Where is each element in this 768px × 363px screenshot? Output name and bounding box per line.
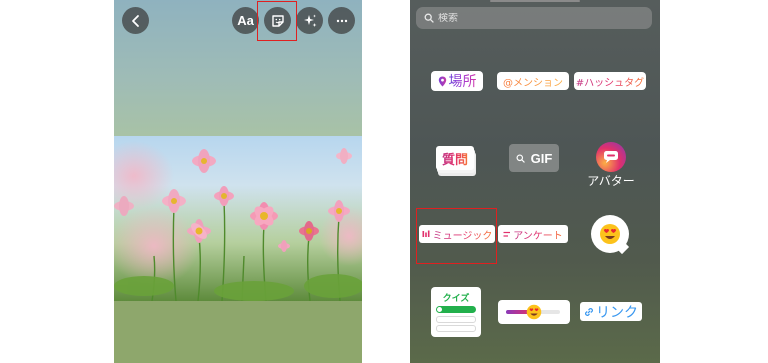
avatar-sticker[interactable]: アバター bbox=[580, 142, 642, 190]
gif-search-icon bbox=[516, 153, 525, 163]
back-button[interactable] bbox=[122, 7, 149, 34]
avatar-sticker-label: アバター bbox=[587, 174, 635, 188]
avatar-sticker-badge bbox=[596, 142, 626, 172]
quiz-option-correct bbox=[436, 306, 476, 313]
poll-lines-icon bbox=[503, 231, 511, 237]
emoji-slider-sticker[interactable] bbox=[498, 300, 570, 324]
hashtag-sticker[interactable]: #ハッシュタグ bbox=[574, 72, 646, 90]
link-chain-icon bbox=[585, 307, 593, 316]
slider-heart-eyes-emoji-icon bbox=[526, 304, 542, 320]
text-tool-button[interactable]: Aa bbox=[232, 7, 259, 34]
poll-sticker-label: アンケート bbox=[513, 227, 563, 242]
quiz-sticker[interactable]: クイズ bbox=[431, 287, 481, 337]
text-tool-label: Aa bbox=[237, 13, 254, 28]
quiz-check-icon bbox=[437, 307, 442, 312]
search-icon bbox=[424, 13, 434, 23]
link-sticker[interactable]: リンク bbox=[580, 302, 642, 321]
sticker-tray-screen: 場所 @メンション #ハッシュタグ 質問 GIF アバター bbox=[410, 0, 660, 363]
chevron-left-icon bbox=[131, 14, 139, 27]
sticker-search-bar[interactable] bbox=[416, 7, 652, 29]
question-sticker-label: 質問 bbox=[442, 149, 468, 168]
emoji-reaction-sticker[interactable] bbox=[591, 215, 631, 255]
poll-sticker[interactable]: アンケート bbox=[498, 225, 568, 243]
location-sticker[interactable]: 場所 bbox=[431, 71, 483, 91]
drag-handle[interactable] bbox=[490, 0, 580, 2]
flower-field-illustration bbox=[114, 141, 362, 301]
more-horizontal-icon bbox=[336, 19, 347, 22]
hashtag-sticker-label: #ハッシュタグ bbox=[576, 74, 644, 89]
story-editor-screen: Aa bbox=[114, 0, 362, 363]
gif-sticker-label: GIF bbox=[530, 150, 553, 166]
avatar-chat-icon bbox=[604, 151, 618, 163]
location-pin-icon bbox=[438, 76, 446, 86]
heart-eyes-emoji-icon bbox=[600, 224, 620, 244]
quiz-option-2 bbox=[436, 316, 476, 323]
more-options-button[interactable] bbox=[328, 7, 355, 34]
location-sticker-label: 場所 bbox=[449, 71, 477, 91]
question-sticker[interactable]: 質問 bbox=[436, 146, 476, 176]
sticker-search-input[interactable] bbox=[438, 12, 628, 24]
mention-sticker[interactable]: @メンション bbox=[497, 72, 569, 90]
mention-sticker-label: @メンション bbox=[503, 74, 563, 89]
link-sticker-label: リンク bbox=[596, 304, 638, 321]
quiz-option-3 bbox=[436, 325, 476, 332]
question-sticker-face: 質問 bbox=[436, 146, 474, 170]
music-sticker-highlight bbox=[416, 208, 497, 264]
effects-button[interactable] bbox=[296, 7, 323, 34]
photo-background-bottom bbox=[114, 301, 362, 363]
sticker-button-highlight bbox=[257, 1, 297, 41]
quiz-sticker-label: クイズ bbox=[442, 294, 470, 304]
cosmos-flower-photo bbox=[114, 136, 362, 301]
sparkles-icon bbox=[303, 14, 316, 27]
gif-sticker[interactable]: GIF bbox=[509, 144, 559, 172]
